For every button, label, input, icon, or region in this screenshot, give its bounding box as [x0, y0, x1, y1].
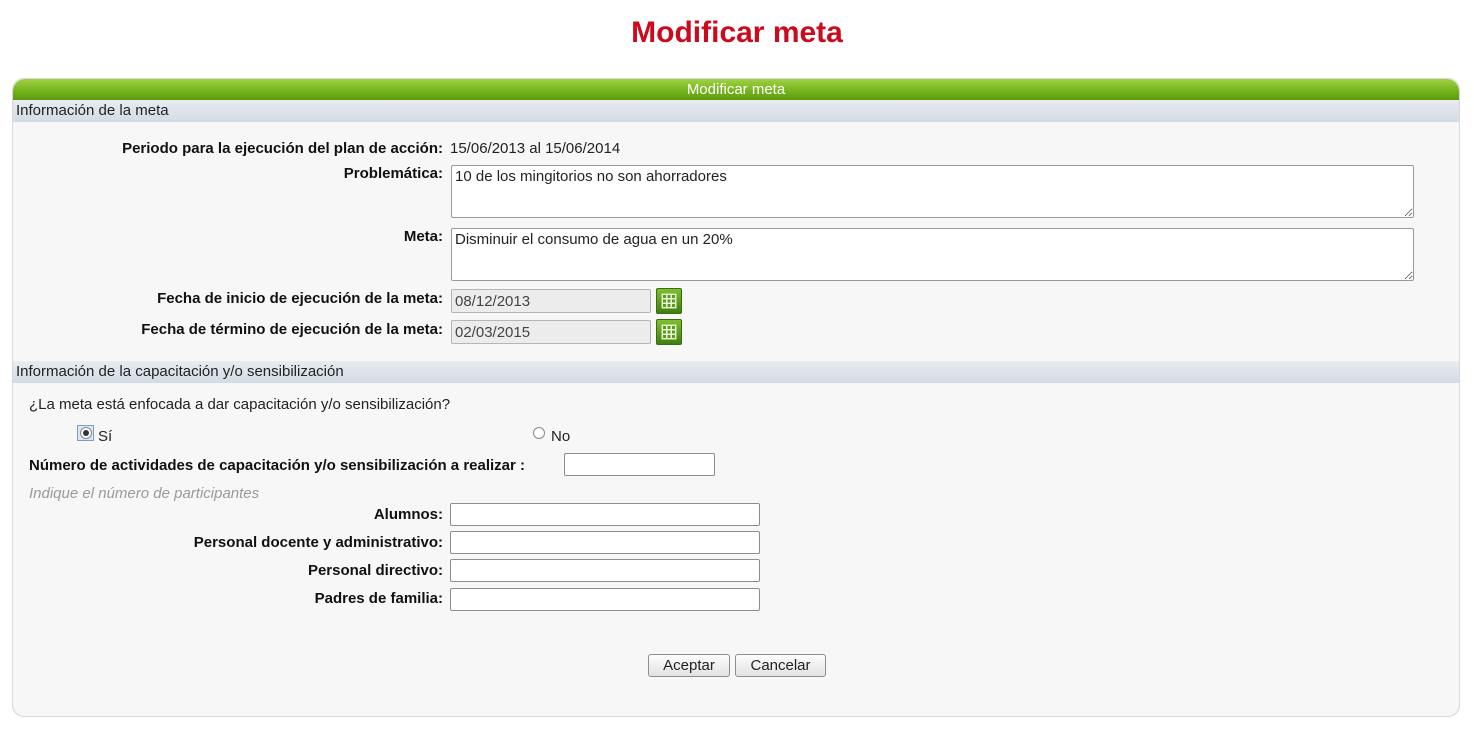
num-actividades-input[interactable] [564, 453, 715, 476]
section-title-meta: Información de la meta [13, 100, 1459, 122]
radio-no-label[interactable]: No [551, 428, 570, 445]
calendar-icon[interactable] [656, 319, 682, 345]
fecha-inicio-field[interactable] [451, 289, 651, 313]
radio-no[interactable] [533, 427, 545, 439]
section-title-capacitacion: Información de la capacitación y/o sensi… [13, 361, 1459, 383]
fecha-termino-field[interactable] [451, 320, 651, 344]
meta-field[interactable] [451, 228, 1414, 281]
alumnos-label: Alumnos: [373, 506, 443, 523]
problematica-label: Problemática: [343, 165, 443, 182]
directivo-label: Personal directivo: [307, 562, 443, 579]
docente-label: Personal docente y administrativo: [193, 534, 443, 551]
periodo-label: Periodo para la ejecución del plan de ac… [122, 140, 443, 157]
fecha-inicio-label: Fecha de inicio de ejecución de la meta: [157, 290, 443, 307]
num-actividades-label: Número de actividades de capacitación y/… [29, 457, 526, 474]
radio-si-label[interactable]: Sí [98, 428, 112, 445]
periodo-value: 15/06/2013 al 15/06/2014 [450, 140, 621, 157]
panel-header: Modificar meta [13, 79, 1459, 100]
fecha-termino-label: Fecha de término de ejecución de la meta… [141, 321, 443, 338]
radio-si-frame[interactable] [77, 425, 94, 441]
page-title: Modificar meta [631, 16, 843, 49]
alumnos-input[interactable] [450, 503, 760, 526]
padres-label: Padres de familia: [314, 590, 443, 607]
directivo-input[interactable] [450, 559, 760, 582]
capacitacion-question: ¿La meta está enfocada a dar capacitació… [29, 396, 451, 413]
padres-input[interactable] [450, 588, 760, 611]
radio-si[interactable] [80, 427, 92, 439]
aceptar-button[interactable]: Aceptar [648, 654, 730, 677]
calendar-icon[interactable] [656, 288, 682, 314]
problematica-field[interactable] [451, 165, 1414, 218]
docente-input[interactable] [450, 531, 760, 554]
participantes-hint: Indique el número de participantes [29, 485, 260, 502]
cancelar-button[interactable]: Cancelar [735, 654, 826, 677]
meta-label: Meta: [403, 228, 443, 245]
form-panel: Modificar meta Información de la meta Pe… [12, 78, 1460, 717]
